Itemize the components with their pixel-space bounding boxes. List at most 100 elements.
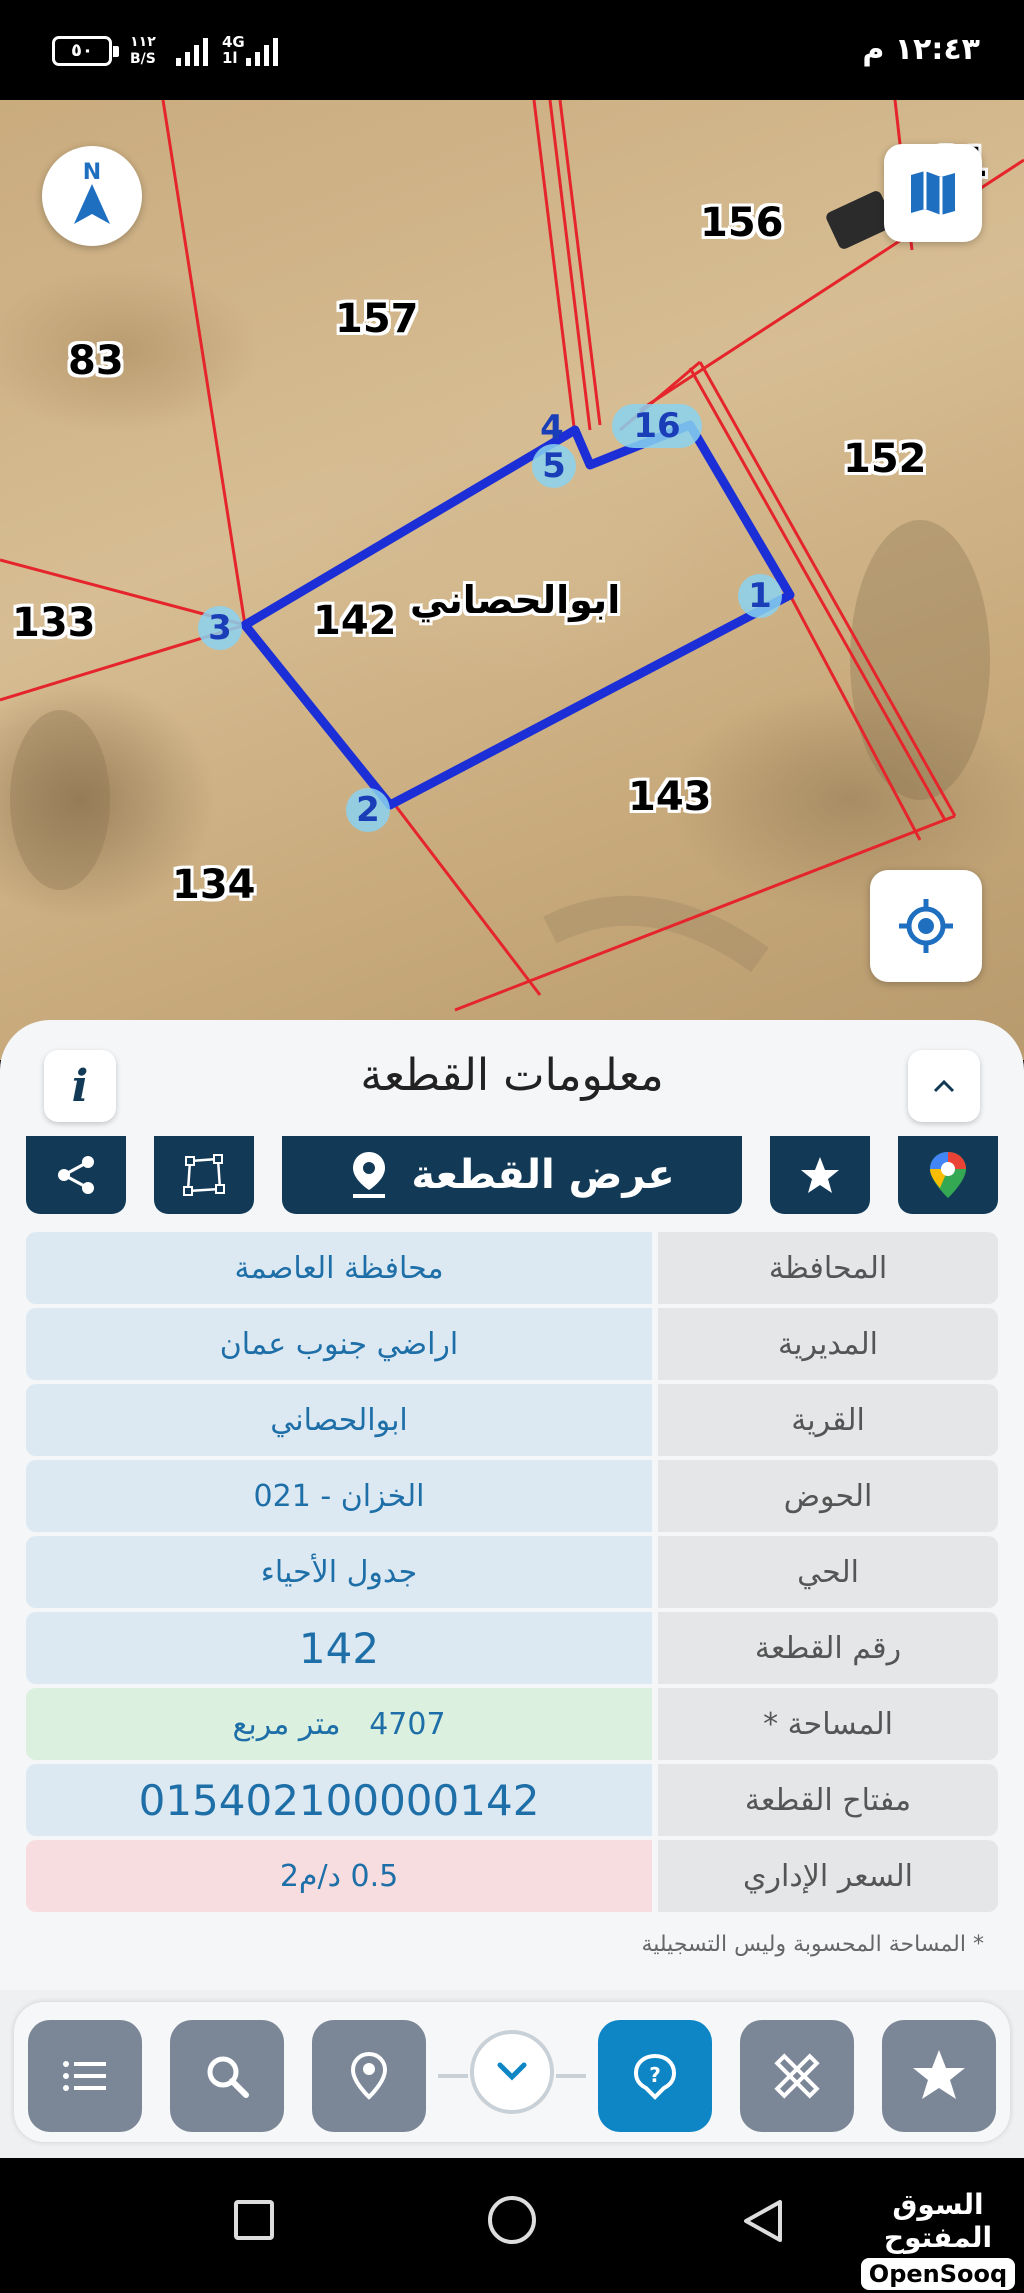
row-label: السعر الإداري [658, 1840, 998, 1912]
row-label: المساحة * [658, 1688, 998, 1760]
location-pin-icon [353, 1152, 386, 1198]
info-row-district: جدول الأحياء الحي [26, 1536, 998, 1608]
favorite-button[interactable] [770, 1136, 870, 1214]
panel-header: i معلومات القطعة [0, 1020, 1024, 1140]
star-icon [801, 1157, 839, 1193]
my-location-button[interactable] [870, 870, 982, 982]
vertex-marker: 2 [346, 788, 390, 832]
parcel-label[interactable]: 156 [700, 200, 784, 246]
brand-english: OpenSooq [860, 2258, 1016, 2290]
vertex-marker: 5 [532, 444, 576, 488]
chevron-up-icon [933, 1079, 955, 1093]
help-button[interactable]: ? [598, 2020, 712, 2132]
opensooq-logo: السوق المفتوح OpenSooq [852, 2188, 1024, 2290]
collapse-button[interactable] [908, 1050, 980, 1122]
speed-unit: B/S [130, 51, 156, 67]
battery-level: ٥٠ [71, 40, 93, 61]
info-row-village: ابوالحصاني القرية [26, 1384, 998, 1456]
parcel-label[interactable]: 133 [12, 600, 96, 646]
parcel-label[interactable]: 157 [335, 296, 419, 342]
vertex-marker: 3 [198, 606, 242, 650]
row-value: 4707 متر مربع [26, 1688, 652, 1760]
favorites-button[interactable] [882, 2020, 996, 2132]
battery-icon: ٥٠ [52, 36, 119, 66]
panel-title: معلومات القطعة [360, 1050, 664, 1101]
info-row-basin: الخزان - 021 الحوض [26, 1460, 998, 1532]
row-value: 142 [26, 1612, 652, 1684]
info-row-parcel-number: 142 رقم القطعة [26, 1612, 998, 1684]
info-row-area: 4707 متر مربع المساحة * [26, 1688, 998, 1760]
home-icon[interactable] [488, 2196, 536, 2244]
vertex-marker: 16 [612, 404, 702, 448]
row-label: الحي [658, 1536, 998, 1608]
map-pin-icon [350, 2051, 388, 2100]
google-maps-button[interactable] [898, 1136, 998, 1214]
network-sub-label: 1l [222, 49, 238, 67]
north-arrow-icon: N [72, 162, 112, 230]
action-bar: عرض القطعة [0, 1136, 1024, 1214]
row-label: المحافظة [658, 1232, 998, 1304]
network-type: 4G 1l [222, 34, 245, 66]
row-value: الخزان - 021 [26, 1460, 652, 1532]
row-value: جدول الأحياء [26, 1536, 652, 1608]
recents-icon[interactable] [234, 2200, 274, 2240]
ruler-icon [774, 2053, 820, 2099]
star-icon [913, 2050, 965, 2099]
row-value: اراضي جنوب عمان [26, 1308, 652, 1380]
parcel-label[interactable]: 152 [843, 436, 927, 482]
list-button[interactable] [28, 2020, 142, 2132]
area-footnote: * المساحة المحسوبة وليس التسجيلية [641, 1932, 984, 1957]
map-layers-button[interactable] [884, 144, 982, 242]
locate-icon [899, 899, 953, 953]
vertex-marker: 1 [738, 574, 782, 618]
info-row-governorate: محافظة العاصمة المحافظة [26, 1232, 998, 1304]
clock: ١٢:٤٣ م [862, 32, 980, 67]
show-parcel-label: عرض القطعة [411, 1152, 675, 1198]
parcel-label[interactable]: 143 [628, 774, 712, 820]
row-label: المديرية [658, 1308, 998, 1380]
compass-button[interactable]: N [42, 146, 142, 246]
expand-toggle-button[interactable] [438, 2030, 586, 2114]
location-search-button[interactable] [312, 2020, 426, 2132]
search-button[interactable] [170, 2020, 284, 2132]
svg-text:?: ? [649, 2063, 661, 2087]
network-speed: ١١٢ B/S [130, 34, 156, 68]
google-maps-icon [930, 1152, 966, 1198]
info-row-directorate: اراضي جنوب عمان المديرية [26, 1308, 998, 1380]
brand-arabic: السوق المفتوح [883, 2188, 993, 2254]
satellite-map[interactable]: 156 157 83 152 133 142 143 134 81 ابوالح… [0, 100, 1024, 1060]
status-bar: ٥٠ ١١٢ B/S 4G 1l ١٢:٤٣ م [0, 0, 1024, 100]
polygon-icon [183, 1154, 225, 1196]
bottom-toolbar: ? [0, 1990, 1024, 2158]
list-icon [63, 2061, 106, 2091]
wifi-signal-icon [176, 36, 208, 66]
measure-tool-button[interactable] [740, 2020, 854, 2132]
share-icon [58, 1156, 94, 1194]
row-label: القرية [658, 1384, 998, 1456]
row-value: ابوالحصاني [26, 1384, 652, 1456]
boundary-button[interactable] [154, 1136, 254, 1214]
row-value: 0.5 د/م2 [26, 1840, 652, 1912]
speed-value: ١١٢ [130, 34, 156, 50]
info-row-admin-price: 0.5 د/م2 السعر الإداري [26, 1840, 998, 1912]
share-button[interactable] [26, 1136, 126, 1214]
row-label: رقم القطعة [658, 1612, 998, 1684]
parcel-label[interactable]: 83 [68, 338, 124, 384]
row-value: محافظة العاصمة [26, 1232, 652, 1304]
help-icon: ? [633, 2053, 677, 2100]
show-parcel-button[interactable]: عرض القطعة [282, 1136, 742, 1214]
info-row-parcel-key: 015402100000142 مفتاح القطعة [26, 1764, 998, 1836]
parcel-label[interactable]: 134 [172, 862, 256, 908]
search-icon [207, 2056, 249, 2098]
map-icon [911, 171, 955, 215]
cell-signal-icon [246, 36, 278, 66]
village-label: ابوالحصاني [410, 578, 621, 622]
system-nav-bar: السوق المفتوح OpenSooq [0, 2158, 1024, 2293]
row-label: مفتاح القطعة [658, 1764, 998, 1836]
row-label: الحوض [658, 1460, 998, 1532]
network-label: 4G [222, 33, 245, 51]
chevron-down-icon [497, 2062, 527, 2081]
back-icon[interactable] [742, 2198, 784, 2244]
row-value: 015402100000142 [26, 1764, 652, 1836]
parcel-label[interactable]: 142 [313, 598, 397, 644]
